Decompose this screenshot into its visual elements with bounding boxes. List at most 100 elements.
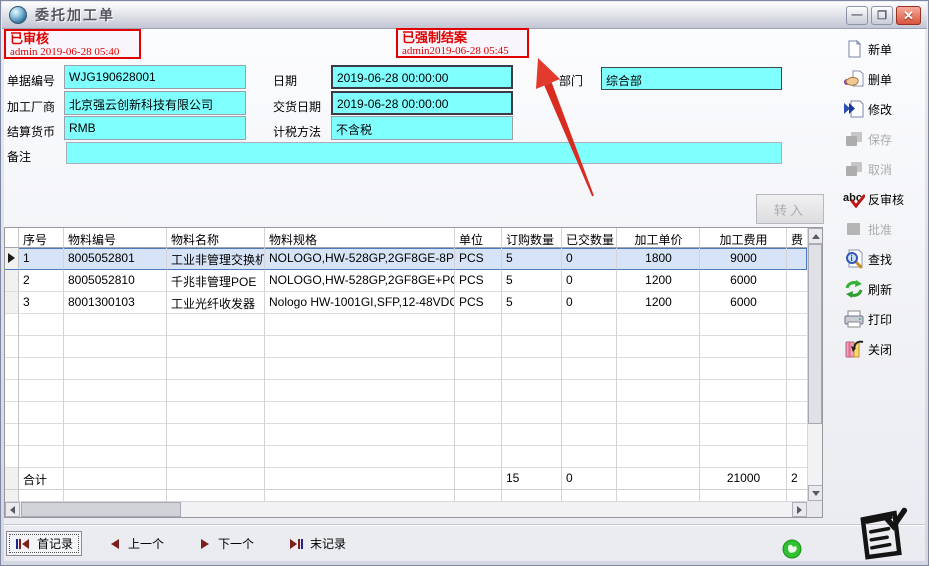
last-record-button[interactable]: 末记录 bbox=[280, 531, 354, 556]
previous-record-button[interactable]: 上一个 bbox=[100, 531, 172, 556]
scroll-down-button[interactable] bbox=[808, 485, 823, 501]
col-name[interactable]: 物料名称 bbox=[167, 228, 265, 248]
modify-icon bbox=[843, 99, 865, 119]
cell-seq[interactable]: 2 bbox=[19, 270, 64, 292]
find-button[interactable]: i 查找 bbox=[839, 244, 929, 274]
close-form-button[interactable]: 关闭 bbox=[839, 334, 929, 364]
vendor-field[interactable]: 北京强云创新科技有限公司 bbox=[64, 91, 246, 115]
minimize-icon: — bbox=[847, 7, 867, 24]
cell-code[interactable]: 8005052810 bbox=[64, 270, 167, 292]
delete-bill-button[interactable]: 删单 bbox=[839, 64, 929, 94]
department-field[interactable]: 综合部 bbox=[601, 67, 782, 90]
first-record-button[interactable]: 首记录 bbox=[6, 531, 82, 556]
cell-delivered[interactable]: 0 bbox=[562, 270, 617, 292]
cell-unit[interactable]: PCS bbox=[455, 270, 502, 292]
scroll-left-button[interactable] bbox=[5, 502, 20, 517]
col-unit[interactable]: 单位 bbox=[455, 228, 502, 248]
new-bill-button[interactable]: 新单 bbox=[839, 34, 929, 64]
grid-empty-rows bbox=[5, 314, 807, 468]
remark-field[interactable] bbox=[66, 142, 782, 164]
close-button[interactable]: ✕ bbox=[896, 6, 921, 25]
print-label: 打印 bbox=[868, 311, 892, 328]
cell-price[interactable]: 1800 bbox=[617, 248, 700, 270]
horizontal-scrollbar[interactable] bbox=[5, 501, 807, 517]
currency-field[interactable]: RMB bbox=[64, 116, 246, 140]
col-code[interactable]: 物料编号 bbox=[64, 228, 167, 248]
unapprove-button[interactable]: abc 反审核 bbox=[839, 184, 929, 214]
cancel-icon bbox=[843, 159, 865, 179]
totals-fee: 21000 bbox=[700, 468, 787, 490]
cell-name[interactable]: 千兆非管理POE bbox=[167, 270, 265, 292]
cell-code[interactable]: 8001300103 bbox=[64, 292, 167, 314]
col-qty[interactable]: 订购数量 bbox=[502, 228, 562, 248]
col-fee[interactable]: 加工费用 bbox=[700, 228, 787, 248]
scroll-right-button[interactable] bbox=[792, 502, 807, 517]
table-row[interactable]: 3 8001300103 工业光纤收发器 Nologo HW-1001GI,SF… bbox=[5, 292, 807, 314]
table-row[interactable]: 1 8005052801 工业非管理交换机 NOLOGO,HW-528GP,2G… bbox=[5, 248, 807, 270]
modify-button[interactable]: 修改 bbox=[839, 94, 929, 124]
save-label: 保存 bbox=[868, 131, 892, 148]
vertical-scroll-thumb[interactable] bbox=[808, 244, 822, 424]
cell-delivered[interactable]: 0 bbox=[562, 292, 617, 314]
next-record-button[interactable]: 下一个 bbox=[190, 531, 262, 556]
cell-seq[interactable]: 1 bbox=[19, 248, 64, 270]
refresh-button[interactable]: 刷新 bbox=[839, 274, 929, 304]
delete-bill-label: 删单 bbox=[868, 71, 892, 88]
cell-qty[interactable]: 5 bbox=[502, 270, 562, 292]
table-row[interactable]: 2 8005052810 千兆非管理POE NOLOGO,HW-528GP,2G… bbox=[5, 270, 807, 292]
tax-method-field[interactable]: 不含税 bbox=[331, 116, 513, 140]
cell-fee[interactable]: 9000 bbox=[700, 248, 787, 270]
cell-fee2[interactable] bbox=[787, 248, 807, 270]
horizontal-scroll-thumb[interactable] bbox=[21, 502, 181, 517]
last-record-label: 末记录 bbox=[310, 535, 346, 552]
forced-close-stamp-title: 已强制结案 bbox=[402, 31, 523, 45]
maximize-button[interactable]: ❐ bbox=[871, 6, 893, 25]
cell-seq[interactable]: 3 bbox=[19, 292, 64, 314]
cell-spec[interactable]: Nologo HW-1001GI,SFP,12-48VDC bbox=[265, 292, 455, 314]
cell-fee[interactable]: 6000 bbox=[700, 292, 787, 314]
first-record-icon bbox=[15, 537, 31, 551]
cell-delivered[interactable]: 0 bbox=[562, 248, 617, 270]
col-price[interactable]: 加工单价 bbox=[617, 228, 700, 248]
scroll-up-button[interactable] bbox=[808, 228, 823, 244]
cancel-button: 取消 bbox=[839, 154, 929, 184]
cell-spec[interactable]: NOLOGO,HW-528GP,2GF8GE-8PC bbox=[265, 248, 455, 270]
row-selector[interactable] bbox=[5, 270, 19, 292]
cell-unit[interactable]: PCS bbox=[455, 292, 502, 314]
scroll-down-icon bbox=[812, 491, 820, 496]
row-selector[interactable] bbox=[5, 248, 19, 270]
cell-price[interactable]: 1200 bbox=[617, 270, 700, 292]
cell-qty[interactable]: 5 bbox=[502, 248, 562, 270]
cell-fee[interactable]: 6000 bbox=[700, 270, 787, 292]
window-title: 委托加工单 bbox=[35, 5, 115, 25]
refresh-label: 刷新 bbox=[868, 281, 892, 298]
cell-qty[interactable]: 5 bbox=[502, 292, 562, 314]
row-selector[interactable] bbox=[5, 292, 19, 314]
close-form-icon bbox=[843, 339, 865, 359]
col-fee2[interactable]: 费 bbox=[787, 228, 807, 248]
col-seq[interactable]: 序号 bbox=[19, 228, 64, 248]
cell-spec[interactable]: NOLOGO,HW-528GP,2GF8GE+PO bbox=[265, 270, 455, 292]
col-spec[interactable]: 物料规格 bbox=[265, 228, 455, 248]
minimize-button[interactable]: — bbox=[846, 6, 868, 25]
col-delivered[interactable]: 已交数量 bbox=[562, 228, 617, 248]
cell-price[interactable]: 1200 bbox=[617, 292, 700, 314]
cell-name[interactable]: 工业非管理交换机 bbox=[167, 248, 265, 270]
record-nav: 首记录 上一个 下一个 末记录 bbox=[6, 531, 354, 556]
cell-unit[interactable]: PCS bbox=[455, 248, 502, 270]
print-button[interactable]: 打印 bbox=[839, 304, 929, 334]
titlebar: 委托加工单 — ❐ ✕ bbox=[2, 2, 927, 29]
date-field[interactable]: 2019-06-28 00:00:00 bbox=[331, 65, 513, 89]
delivery-date-field[interactable]: 2019-06-28 00:00:00 bbox=[331, 91, 513, 115]
transfer-button: 转入 bbox=[756, 194, 824, 224]
bill-no-field[interactable]: WJG190628001 bbox=[64, 65, 246, 89]
cell-fee2[interactable] bbox=[787, 292, 807, 314]
remark-label: 备注 bbox=[7, 148, 31, 165]
forced-close-stamp: 已强制结案 admin2019-06-28 05:45 bbox=[396, 28, 529, 58]
approved-stamp-detail: admin 2019-06-28 05:40 bbox=[10, 46, 135, 58]
cell-fee2[interactable] bbox=[787, 270, 807, 292]
vertical-scrollbar[interactable] bbox=[807, 228, 822, 501]
cell-name[interactable]: 工业光纤收发器 bbox=[167, 292, 265, 314]
cell-code[interactable]: 8005052801 bbox=[64, 248, 167, 270]
approved-stamp: 已审核 admin 2019-06-28 05:40 bbox=[4, 29, 141, 59]
